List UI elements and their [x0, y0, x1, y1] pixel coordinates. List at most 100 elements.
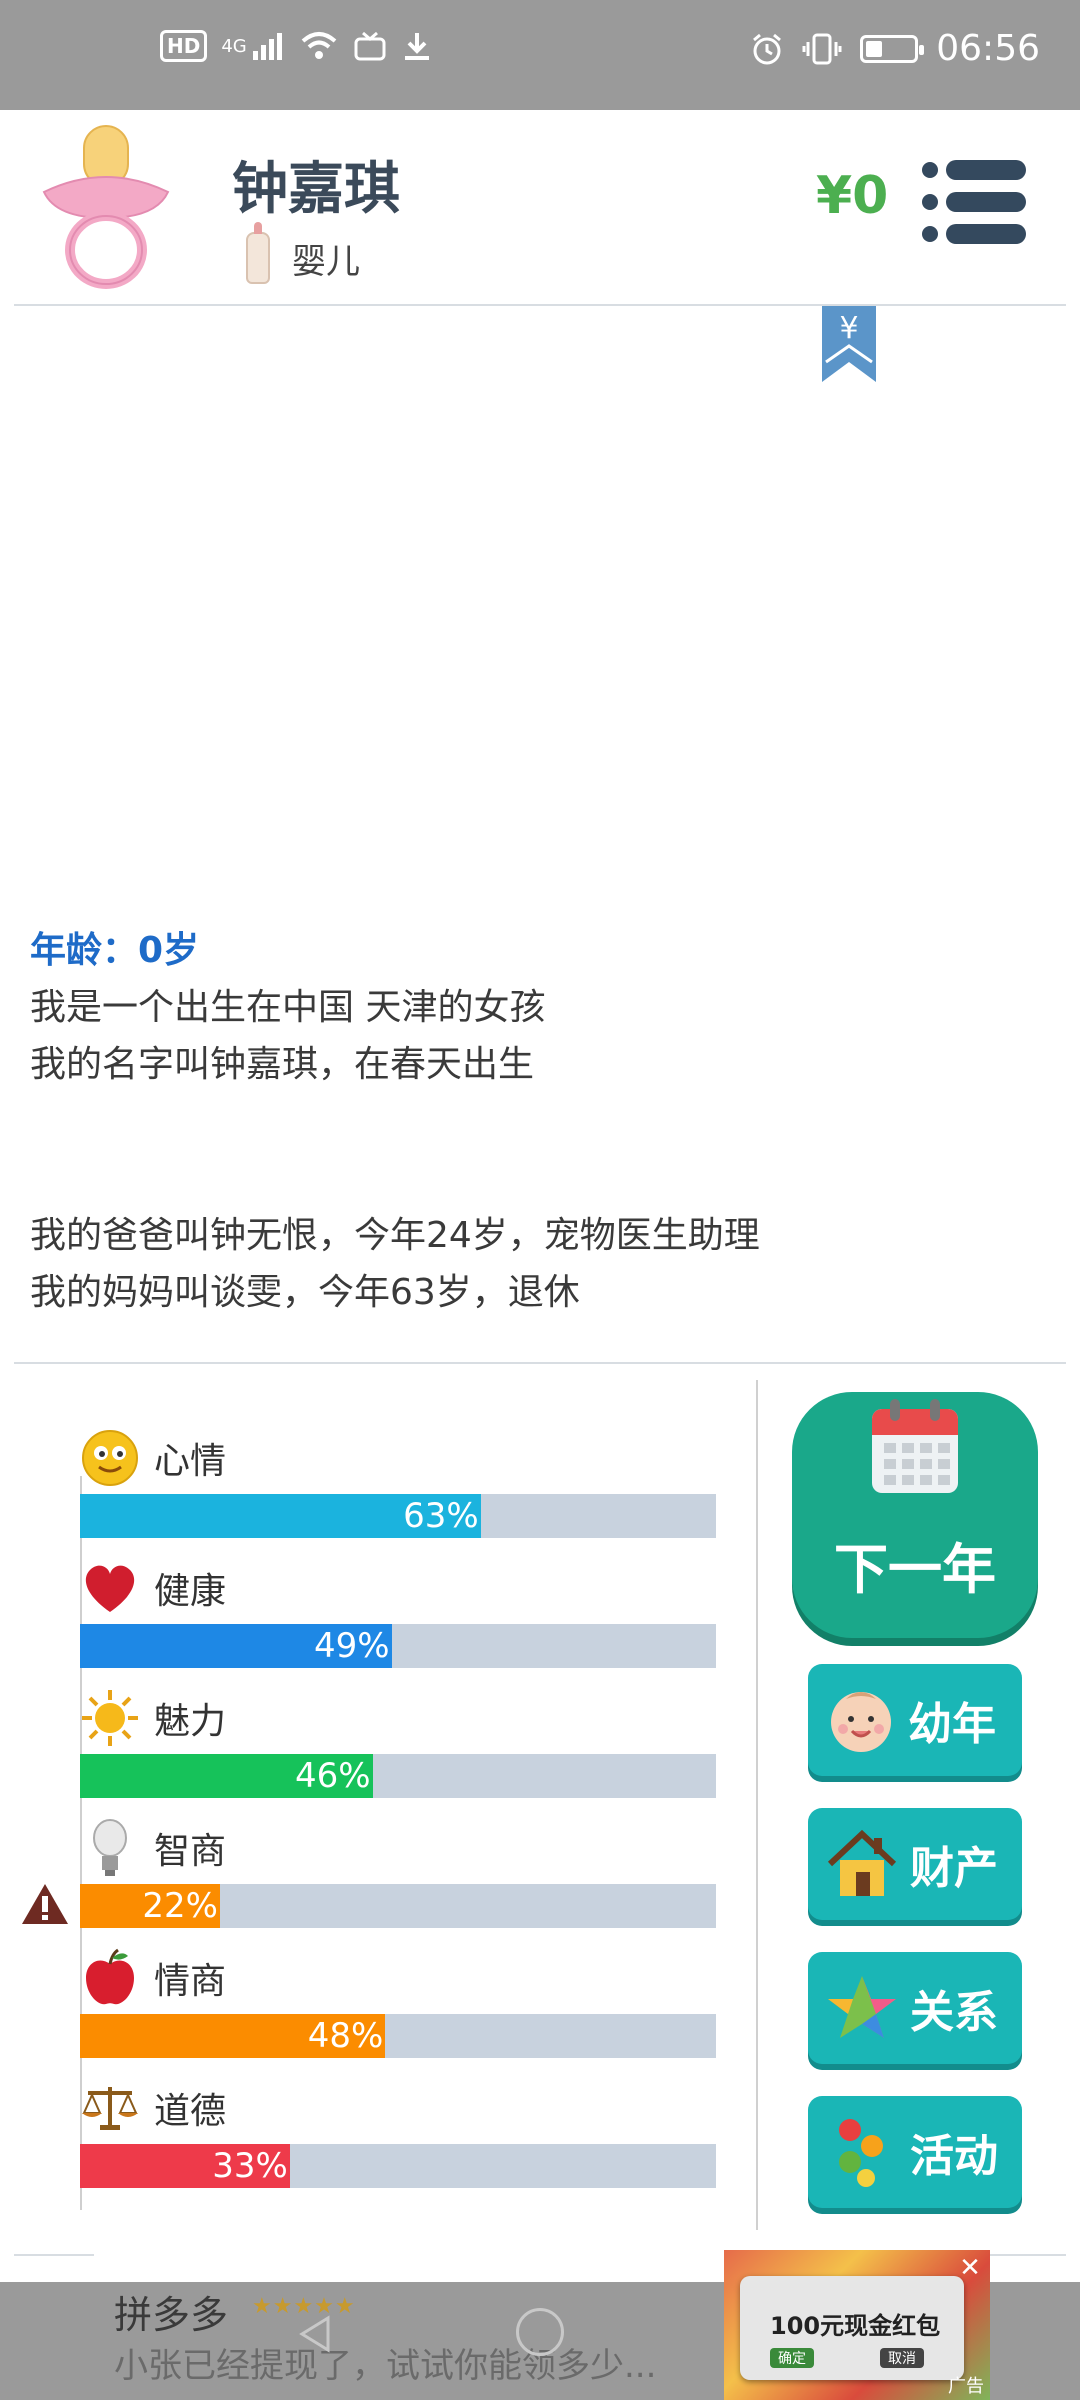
stat-label-row: 魅力	[80, 1686, 720, 1750]
stat-value: 49%	[314, 1626, 390, 1666]
scales-icon	[80, 2078, 140, 2138]
baby-face-icon	[831, 1692, 891, 1752]
pacifier-avatar-icon[interactable]	[36, 122, 176, 292]
stat-bar: 48%	[80, 2014, 716, 2058]
life-stage-label: 婴儿	[292, 241, 360, 282]
stat-row: 情商 48%	[80, 1946, 720, 2058]
stat-label: 情商	[154, 1961, 227, 2002]
story-line: 我的妈妈叫谈雯，今年63岁，退休	[30, 1272, 580, 1313]
yuan-bookmark-icon[interactable]: ¥	[822, 306, 876, 382]
stat-label: 健康	[154, 1571, 227, 1612]
stat-row: 智商 22%	[80, 1816, 720, 1928]
relations-button[interactable]: 关系	[808, 1952, 1022, 2064]
header-divider	[14, 304, 1066, 306]
stat-bar: 33%	[80, 2144, 716, 2188]
house-icon	[827, 1829, 897, 1896]
warning-icon	[22, 1884, 68, 1924]
hd-badge: HD	[160, 30, 208, 62]
dots-icon	[839, 2119, 883, 2187]
story-line: 我是一个出生在中国 天津的女孩	[30, 987, 546, 1028]
stat-label-row: 健康	[80, 1556, 720, 1620]
battery-icon	[860, 34, 925, 63]
stat-bar-fill: 49%	[80, 1624, 392, 1668]
property-button[interactable]: 财产	[808, 1808, 1022, 1920]
story-line: 我的爸爸叫钟无恨，今年24岁，宠物医生助理	[30, 1215, 760, 1256]
relations-label: 关系	[910, 1987, 998, 2038]
calendar-icon	[872, 1399, 958, 1493]
network-label: 4G	[221, 35, 247, 57]
stat-bar-fill: 33%	[80, 2144, 290, 2188]
stat-label-row: 情商	[80, 1946, 720, 2010]
character-name: 钟嘉琪	[232, 157, 400, 222]
ad-card-text: 100元现金红包	[770, 2312, 941, 2340]
life-story: 年龄：0岁 我是一个出生在中国 天津的女孩 我的名字叫钟嘉琪，在春天出生 我的爸…	[30, 922, 1050, 1321]
nav-back-icon[interactable]	[296, 2314, 336, 2354]
story-divider	[14, 1362, 1066, 1364]
next-year-button[interactable]: 下一年	[792, 1392, 1038, 1638]
stat-bar: 22%	[80, 1884, 716, 1928]
download-icon	[404, 33, 429, 60]
next-year-label: 下一年	[834, 1538, 996, 1601]
stat-bar-fill: 22%	[80, 1884, 220, 1928]
ad-cancel-button: 取消	[880, 2348, 924, 2368]
ad-description: 小张已经提现了，试试你能领多少...	[114, 2346, 657, 2386]
menu-button[interactable]	[920, 160, 1026, 244]
stat-label: 道德	[154, 2091, 227, 2132]
ad-card: 100元现金红包 确定 取消	[740, 2276, 964, 2380]
lightbulb-icon	[80, 1818, 140, 1878]
star-icon	[828, 1976, 896, 2038]
stat-row: 道德 33%	[80, 2076, 720, 2188]
apple-icon	[80, 1948, 140, 2008]
stat-bar: 63%	[80, 1494, 716, 1538]
stat-value: 46%	[294, 1756, 371, 1796]
stat-label-row: 道德	[80, 2076, 720, 2140]
heart-icon	[80, 1558, 140, 1618]
nav-home-icon[interactable]	[516, 2308, 564, 2356]
ad-close-icon[interactable]: ✕	[956, 2254, 984, 2282]
vibrate-icon	[802, 33, 842, 64]
ad-image[interactable]: 100元现金红包 确定 取消 ✕ 广告	[724, 2250, 990, 2400]
stat-label-row: 心情	[80, 1426, 720, 1490]
baby-bottle-icon	[246, 222, 270, 284]
stat-bar: 49%	[80, 1624, 716, 1668]
stat-label: 心情	[154, 1441, 227, 1482]
activities-button[interactable]: 活动	[808, 2096, 1022, 2208]
stat-row: 健康 49%	[80, 1556, 720, 1668]
life-stage: 婴儿	[246, 222, 360, 284]
bottom-divider-left	[14, 2254, 94, 2256]
stat-label: 魅力	[154, 1701, 227, 1742]
smiley-icon	[80, 1428, 140, 1488]
activities-label: 活动	[910, 2131, 998, 2182]
property-label: 财产	[910, 1843, 998, 1894]
signal-icon	[252, 33, 282, 60]
ad-confirm-button: 确定	[770, 2348, 814, 2368]
clock-time: 06:56	[936, 28, 1040, 69]
childhood-label: 幼年	[908, 1699, 996, 1750]
ad-tag: 广告	[948, 2376, 984, 2397]
bottom-divider-right	[988, 2254, 1066, 2256]
stat-bar-fill: 48%	[80, 2014, 386, 2058]
stat-bar-fill: 63%	[80, 1494, 481, 1538]
stat-bar-fill: 46%	[80, 1754, 373, 1798]
bookmark-symbol: ¥	[839, 311, 858, 346]
panel-separator	[756, 1380, 758, 2230]
stat-value: 63%	[403, 1496, 479, 1536]
ad-app-name: 拼多多	[114, 2293, 229, 2337]
story-line: 我的名字叫钟嘉琪，在春天出生	[30, 1044, 535, 1085]
childhood-button[interactable]: 幼年	[808, 1664, 1022, 1776]
stat-value: 33%	[212, 2146, 288, 2186]
wifi-icon	[301, 32, 337, 59]
stat-row: 魅力 46%	[80, 1686, 720, 1798]
tv-icon	[354, 31, 386, 61]
stat-value: 48%	[307, 2016, 384, 2056]
stat-label-row: 智商	[80, 1816, 720, 1880]
sun-icon	[80, 1688, 140, 1748]
status-bar: HD 4G 06:56	[0, 0, 1080, 110]
stat-row: 心情 63%	[80, 1426, 720, 1538]
money-balance: ¥0	[816, 166, 889, 226]
profile-header: 钟嘉琪 婴儿 ¥0	[0, 110, 1080, 304]
stat-value: 22%	[142, 1886, 218, 1926]
stat-bar: 46%	[80, 1754, 716, 1798]
age-line: 年龄：0岁	[30, 930, 200, 971]
alarm-icon	[753, 33, 782, 64]
